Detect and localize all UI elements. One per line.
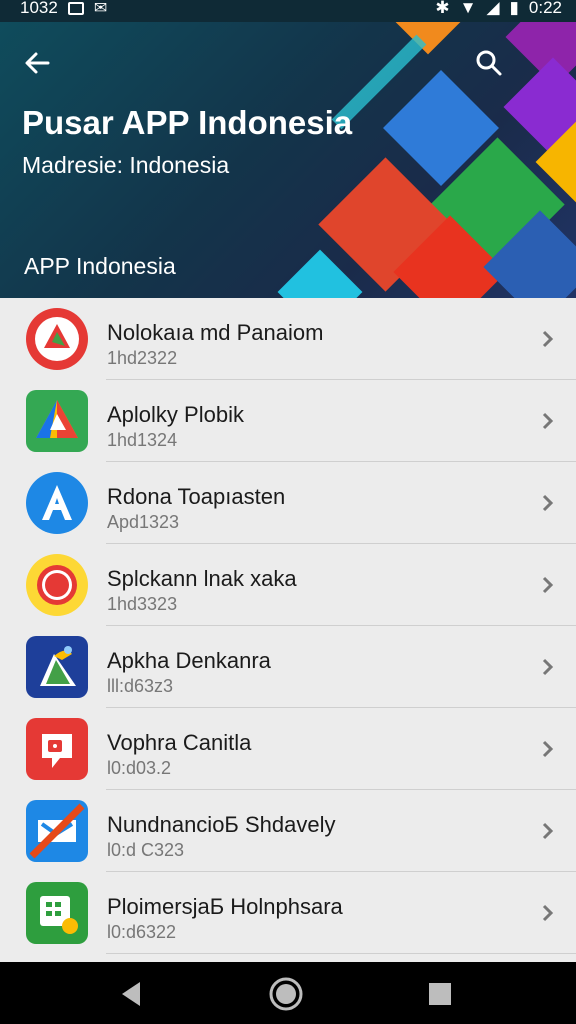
triangle-back-icon [122,982,140,1006]
battery-icon: ▮ [509,0,519,17]
ring-icon [26,554,88,616]
triangle-logo-icon [26,308,88,370]
app-name: Apkha Denkanra [107,648,271,673]
app-subtitle: 1hd1324 [107,430,178,450]
calendar-icon [26,882,88,944]
list-item[interactable]: PloimersjaБ Holnphsara l0:d6322 [0,872,576,954]
app-name: Aplolky Plobik [107,402,244,427]
square-recents-icon [429,983,451,1005]
list-item[interactable]: Apkha Denkanra lll:d63z3 [0,626,576,708]
list-item[interactable]: Rdona Toapıasten Apd1323 [0,462,576,544]
list-item[interactable]: Nolokaıa md Panaiom 1hd2322 [0,298,576,380]
wifi-icon: ▼ [459,0,477,17]
chevron-right-icon [542,494,554,512]
notification-icon-2: ✉ [93,0,108,17]
drive-triangle-icon [26,390,88,452]
status-bar: 1032 ✉ ✱ ▼ ◢ ▮ 0:22 [0,0,576,22]
chevron-right-icon [542,740,554,758]
divider [106,953,576,954]
notification-icon [67,1,84,15]
clock-left: 1032 [20,0,58,17]
list-item[interactable]: Vophra Canitla l0:d03.2 [0,708,576,790]
page-title: Pusar APP Indonesia [22,104,353,141]
app-subtitle: l0:d03.2 [107,758,172,778]
app-subtitle: 1hd3323 [107,594,178,614]
app-subtitle: l0:d C323 [107,840,185,860]
app-name: Splckann lnak xaka [107,566,297,591]
slash-logo-icon [26,800,88,862]
app-subtitle: l0:d6322 [107,922,177,942]
arrow-left-icon [25,52,50,74]
app-name: NundnancioБ Shdavely [107,812,336,837]
app-subtitle: lll:d63z3 [107,676,174,696]
search-button[interactable] [472,46,506,80]
chat-tag-icon [26,718,88,780]
list-item[interactable]: Splckann lnak xaka 1hd3323 [0,544,576,626]
chevron-right-icon [542,330,554,348]
app-name: Rdona Toapıasten [107,484,286,509]
nav-recents-button[interactable] [422,976,458,1012]
chevron-right-icon [542,822,554,840]
decor-shape [385,22,471,55]
app-list: Nolokaıa md Panaiom 1hd2322 Aplolky Plob… [0,298,576,962]
section-label: APP Indonesia [24,253,176,279]
app-name: Vophra Canitla [107,730,252,755]
bird-logo-icon [26,636,88,698]
chevron-right-icon [542,576,554,594]
circle-home-icon [269,977,303,1011]
app-name: PloimersjaБ Holnphsara [107,894,343,919]
nav-back-button[interactable] [114,976,150,1012]
app-header: Pusar APP Indonesia Madresie: Indonesia … [0,22,576,298]
app-subtitle: 1hd2322 [107,348,178,368]
app-subtitle: Apd1323 [107,512,180,532]
navigation-bar [0,962,576,1024]
nav-home-button[interactable] [268,976,304,1012]
letter-a-icon [26,472,88,534]
clock-right: 0:22 [528,0,562,17]
list-item[interactable]: Aplolky Plobik 1hd1324 [0,380,576,462]
app-name: Nolokaıa md Panaiom [107,320,324,345]
bluetooth-icon: ✱ [435,0,450,17]
chevron-right-icon [542,904,554,922]
page-subtitle: Madresie: Indonesia [22,152,230,178]
chevron-right-icon [542,658,554,676]
back-button[interactable] [20,46,54,80]
signal-icon: ◢ [486,0,500,17]
search-icon [476,50,502,76]
chevron-right-icon [542,412,554,430]
list-item[interactable]: NundnancioБ Shdavely l0:d C323 [0,790,576,872]
